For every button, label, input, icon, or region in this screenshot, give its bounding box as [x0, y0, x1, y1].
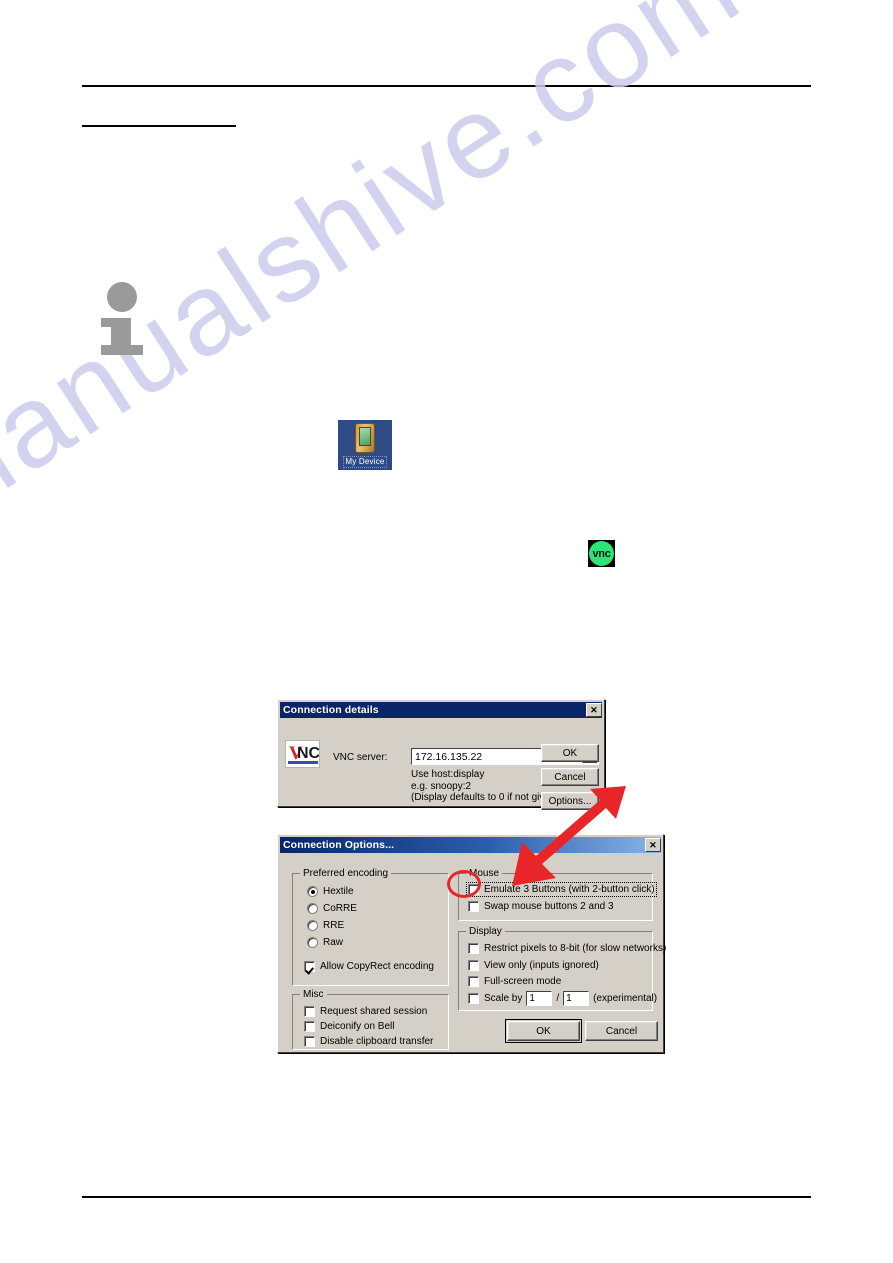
checkbox-deiconify-on-bell[interactable]: Deiconify on Bell: [304, 1021, 394, 1032]
close-icon[interactable]: ✕: [586, 703, 602, 717]
checkbox-icon: [468, 993, 479, 1004]
mouse-caption: Mouse: [466, 868, 503, 879]
device-icon: [355, 423, 375, 453]
my-device-label: My Device: [343, 456, 387, 468]
checkbox-allow-copyrect[interactable]: Allow CopyRect encoding: [304, 961, 434, 972]
vnc-tray-label: vnc: [589, 541, 614, 566]
checkbox-swap-mouse-buttons-label: Swap mouse buttons 2 and 3: [484, 901, 614, 912]
header-rule: [82, 85, 811, 87]
scale-experimental-note: (experimental): [593, 993, 658, 1004]
scale-numerator-input[interactable]: 1: [526, 991, 553, 1006]
checkbox-icon: [468, 976, 479, 987]
connection-details-ok-button[interactable]: OK: [541, 744, 599, 762]
checkbox-disable-clipboard-transfer-label: Disable clipboard transfer: [320, 1036, 434, 1047]
info-icon-base: [101, 345, 143, 355]
checkbox-icon: [304, 1036, 315, 1047]
vnc-logo-nc: NC: [297, 745, 320, 762]
section-rule: [82, 125, 236, 127]
radio-icon: [307, 937, 318, 948]
checkbox-request-shared-session[interactable]: Request shared session: [304, 1006, 427, 1017]
host-display-hint: Use host:display e.g. snoopy:2 (Display …: [411, 769, 559, 804]
checkbox-icon: [304, 961, 315, 972]
checkbox-fullscreen-mode[interactable]: Full-screen mode: [468, 976, 561, 987]
close-icon[interactable]: ✕: [645, 838, 661, 852]
scale-separator: /: [556, 993, 560, 1004]
checkbox-view-only[interactable]: View only (inputs ignored): [468, 960, 599, 971]
connection-options-cancel-button[interactable]: Cancel: [585, 1021, 658, 1041]
vnc-tray-icon[interactable]: vnc: [588, 540, 615, 567]
page-watermark: manualshive.com: [0, 0, 763, 552]
connection-details-options-button[interactable]: Options...: [541, 792, 599, 810]
vnc-server-label: VNC server:: [333, 752, 388, 763]
footer-rule: [82, 1196, 811, 1198]
radio-icon: [307, 920, 318, 931]
checkbox-restrict-pixels-8bit-label: Restrict pixels to 8-bit (for slow netwo…: [484, 943, 667, 954]
connection-details-titlebar: Connection details ✕: [280, 702, 602, 718]
connection-options-dialog: Connection Options... ✕ Preferred encodi…: [277, 834, 666, 1053]
vnc-logo-icon: V NC: [285, 740, 320, 768]
connection-details-dialog: Connection details ✕ V NC VNC server: 17…: [277, 699, 605, 810]
radio-hextile-label: Hextile: [323, 886, 354, 897]
connection-options-title: Connection Options...: [283, 839, 395, 851]
radio-rre[interactable]: RRE: [307, 920, 344, 931]
checkbox-icon: [468, 943, 479, 954]
checkbox-icon: [468, 901, 479, 912]
connection-details-cancel-button[interactable]: Cancel: [541, 768, 599, 786]
connection-details-title: Connection details: [283, 704, 379, 716]
checkbox-icon: [304, 1021, 315, 1032]
misc-group: Misc Request shared session Deiconify on…: [292, 989, 449, 1050]
checkbox-deiconify-on-bell-label: Deiconify on Bell: [320, 1021, 395, 1032]
checkbox-allow-copyrect-label: Allow CopyRect encoding: [320, 961, 434, 972]
connection-options-titlebar: Connection Options... ✕: [280, 837, 661, 853]
preferred-encoding-caption: Preferred encoding: [300, 868, 392, 879]
checkbox-view-only-label: View only (inputs ignored): [484, 960, 599, 971]
radio-corre-label: CoRRE: [323, 903, 357, 914]
radio-raw[interactable]: Raw: [307, 937, 343, 948]
mouse-group: Mouse Emulate 3 Buttons (with 2-button c…: [458, 868, 657, 921]
checkbox-icon: [468, 884, 479, 895]
info-icon: [100, 282, 146, 360]
connection-options-ok-button[interactable]: OK: [505, 1019, 582, 1043]
checkbox-emulate-3-buttons[interactable]: Emulate 3 Buttons (with 2-button click): [466, 882, 657, 897]
checkbox-icon: [468, 960, 479, 971]
checkbox-swap-mouse-buttons[interactable]: Swap mouse buttons 2 and 3: [468, 901, 614, 912]
checkbox-restrict-pixels-8bit[interactable]: Restrict pixels to 8-bit (for slow netwo…: [468, 943, 666, 954]
radio-rre-label: RRE: [323, 920, 345, 931]
radio-raw-label: Raw: [323, 937, 344, 948]
vnc-logo-bar: [288, 761, 318, 764]
radio-icon: [307, 903, 318, 914]
hint-line-2: e.g. snoopy:2: [411, 780, 472, 792]
checkbox-fullscreen-mode-label: Full-screen mode: [484, 976, 562, 987]
scale-by-label: Scale by: [484, 993, 523, 1004]
hint-line-1: Use host:display: [411, 769, 485, 780]
info-icon-dot: [107, 282, 137, 312]
misc-caption: Misc: [300, 989, 327, 1000]
radio-icon: [307, 886, 318, 897]
checkbox-disable-clipboard-transfer[interactable]: Disable clipboard transfer: [304, 1036, 433, 1047]
radio-corre[interactable]: CoRRE: [307, 903, 357, 914]
checkbox-request-shared-session-label: Request shared session: [320, 1006, 428, 1017]
hint-line-3: (Display defaults to 0 if not given): [411, 792, 559, 803]
checkbox-icon: [304, 1006, 315, 1017]
radio-hextile[interactable]: Hextile: [307, 886, 354, 897]
scale-by-row[interactable]: Scale by 1 / 1 (experimental): [468, 991, 657, 1006]
display-caption: Display: [466, 926, 505, 937]
checkbox-emulate-3-buttons-label: Emulate 3 Buttons (with 2-button click): [484, 884, 655, 895]
scale-denominator-input[interactable]: 1: [563, 991, 590, 1006]
display-group: Display Restrict pixels to 8-bit (for sl…: [458, 926, 666, 1011]
preferred-encoding-group: Preferred encoding Hextile CoRRE RRE Raw…: [292, 868, 449, 986]
my-device-desktop-icon[interactable]: My Device: [338, 420, 392, 470]
